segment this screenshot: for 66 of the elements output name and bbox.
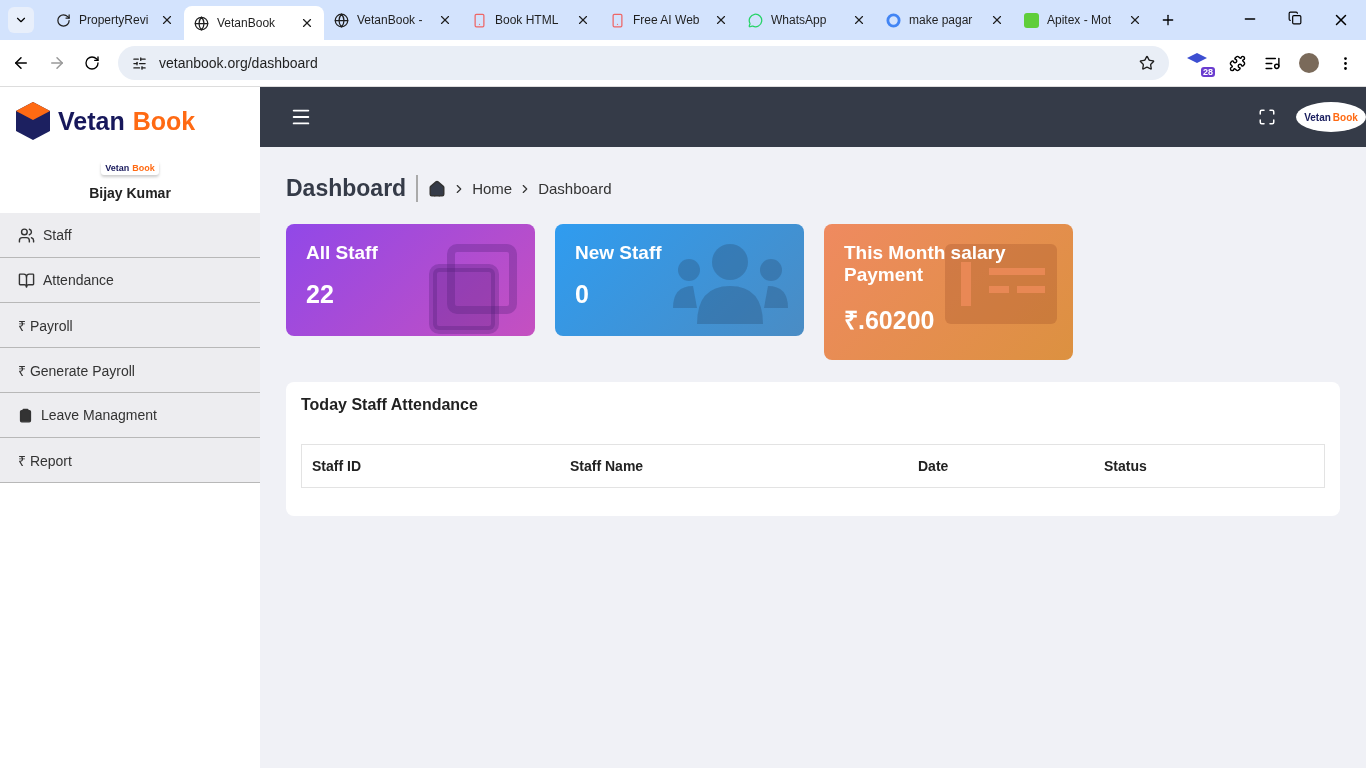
forward-icon[interactable]	[48, 54, 66, 72]
logo-icon	[16, 102, 50, 140]
card-title: This Month salary Payment	[844, 242, 1007, 286]
close-icon[interactable]	[990, 13, 1004, 27]
close-icon[interactable]	[160, 13, 174, 27]
home-icon[interactable]	[428, 179, 447, 198]
profile-avatar[interactable]	[1299, 53, 1319, 73]
sidebar-item[interactable]: ₹ Report	[0, 438, 260, 483]
reload-icon[interactable]	[84, 55, 100, 71]
browser-tab[interactable]: WhatsApp	[738, 5, 876, 35]
close-icon[interactable]	[714, 13, 728, 27]
browser-tab[interactable]: VetanBook -	[324, 5, 462, 35]
extension-badge: 28	[1201, 67, 1215, 77]
address-bar[interactable]: vetanbook.org/dashboard	[118, 46, 1169, 80]
column-header: Date	[917, 458, 950, 474]
browser-tab[interactable]: Book HTML	[462, 5, 600, 35]
close-icon[interactable]	[438, 13, 452, 27]
column-header: Staff Name	[569, 458, 645, 474]
browser-tab[interactable]: Free AI Web	[600, 5, 738, 35]
breadcrumb-item[interactable]: Home	[472, 180, 513, 197]
card-value: 0	[575, 280, 590, 309]
column-header: Staff ID	[311, 458, 362, 474]
column-header: Status	[1103, 458, 1148, 474]
page-title: Dashboard	[286, 175, 419, 202]
phone-icon	[472, 12, 487, 28]
sidebar-item[interactable]: Attendance	[0, 258, 260, 303]
back-icon[interactable]	[12, 54, 30, 72]
bookmark-star-icon[interactable]	[1139, 55, 1155, 71]
tab-search-button[interactable]	[8, 7, 34, 33]
globe-icon	[194, 15, 209, 31]
sidebar-item[interactable]: ₹ Generate Payroll	[0, 348, 260, 393]
close-icon[interactable]	[852, 13, 866, 27]
windows-icon	[427, 244, 519, 336]
browser-tab[interactable]: PropertyRevi	[46, 5, 184, 35]
chat-icon	[748, 12, 763, 28]
sidebar-item[interactable]: ₹ Payroll	[0, 303, 260, 348]
sidebar-item[interactable]: Staff	[0, 213, 260, 258]
card-title: New Staff	[575, 242, 663, 264]
users-icon	[18, 226, 35, 244]
book-icon	[18, 271, 35, 289]
site-settings-icon[interactable]	[132, 55, 147, 71]
close-icon[interactable]	[300, 16, 314, 30]
clipboard-icon	[18, 407, 33, 423]
close-icon[interactable]	[576, 13, 590, 27]
globe-icon	[334, 12, 349, 28]
header-logo: Vetan Book	[1296, 102, 1366, 132]
sidebar-item[interactable]: Leave Managment	[0, 393, 260, 438]
user-name: Bijay Kumar	[89, 185, 171, 201]
profile-logo: Vetan Book	[101, 161, 159, 175]
browser-tab[interactable]: VetanBook	[184, 6, 324, 40]
users-icon	[673, 244, 788, 324]
breadcrumb-item: Dashboard	[538, 180, 612, 197]
close-icon[interactable]	[1128, 13, 1142, 27]
phone-icon	[610, 12, 625, 28]
restore-icon[interactable]	[1288, 11, 1302, 25]
fullscreen-icon[interactable]	[1258, 108, 1276, 126]
card-value: 22	[306, 280, 335, 309]
card-title: All Staff	[306, 242, 379, 264]
browser-tab[interactable]: Apitex - Mot	[1014, 5, 1152, 35]
extensions-icon[interactable]	[1229, 54, 1246, 72]
panel-title: Today Staff Attendance	[301, 396, 479, 414]
bill-icon	[945, 244, 1057, 324]
brand-name: Vetan Book	[58, 106, 196, 136]
card-value: ₹.60200	[844, 305, 936, 336]
new-tab-icon[interactable]	[1160, 12, 1176, 28]
browser-tab[interactable]: make pagar	[876, 5, 1014, 35]
